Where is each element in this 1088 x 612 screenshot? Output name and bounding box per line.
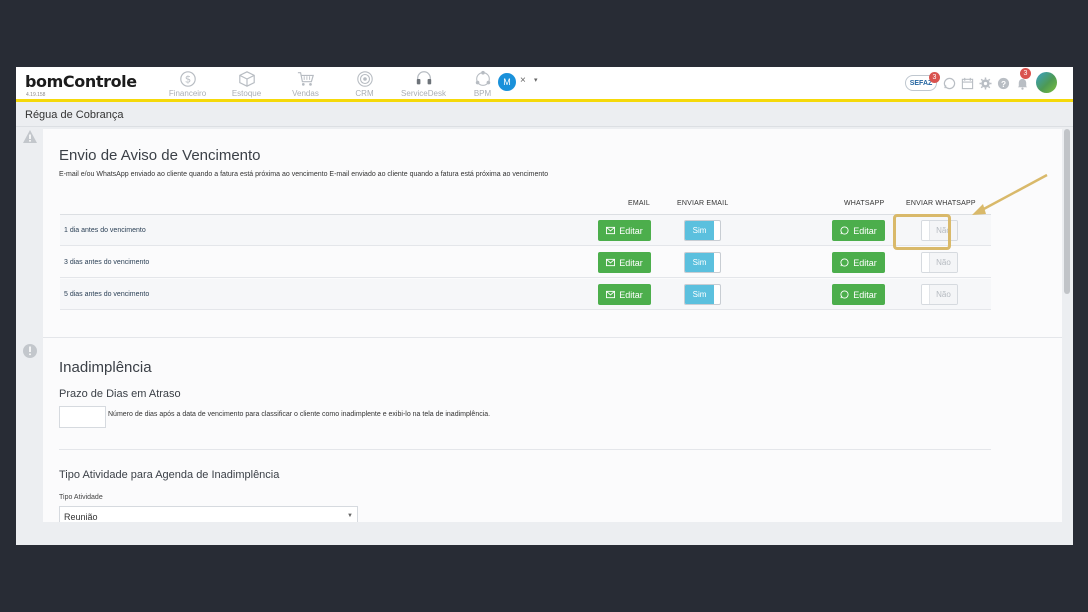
- gear-icon[interactable]: [979, 77, 992, 90]
- enviar-email-toggle[interactable]: Sim: [684, 284, 721, 305]
- user-avatar[interactable]: [1036, 72, 1057, 93]
- envelope-icon: [606, 258, 616, 267]
- header-email: EMAIL: [628, 200, 651, 207]
- top-bar: bomControle 4.19.158 $ Financeiro Estoqu…: [16, 67, 1073, 102]
- toggle-on-label: Sim: [685, 221, 714, 240]
- cart-icon: [297, 72, 314, 86]
- user-avatar-initial[interactable]: M: [498, 73, 516, 91]
- tipo-atividade-select[interactable]: Reunião ▼: [59, 506, 358, 522]
- module-vendas[interactable]: Vendas: [276, 68, 335, 99]
- edit-whatsapp-button[interactable]: Editar: [832, 284, 885, 305]
- whatsapp-icon: [840, 290, 849, 299]
- dollar-icon: $: [179, 71, 196, 87]
- table-row: 3 dias antes do vencimento Editar Sim Ed…: [60, 247, 991, 278]
- user-caret-icon[interactable]: ▾: [534, 76, 538, 84]
- edit-label: Editar: [853, 257, 877, 268]
- aviso-section-title: Envio de Aviso de Vencimento: [59, 147, 261, 164]
- inadimplencia-section-title: Inadimplência: [59, 359, 152, 376]
- edit-email-button[interactable]: Editar: [598, 284, 651, 305]
- row-label: 3 dias antes do vencimento: [64, 259, 150, 266]
- prazo-help-text: Número de dias após a data de vencimento…: [108, 411, 491, 418]
- header-whatsapp: WHATSAPP: [844, 200, 885, 207]
- bell-icon[interactable]: [1016, 77, 1029, 90]
- toggle-on-label: Sim: [685, 253, 714, 272]
- toggle-knob: [922, 285, 930, 304]
- app-version: 4.19.158: [26, 92, 46, 98]
- content-card: Envio de Aviso de Vencimento E-mail e/ou…: [43, 129, 1062, 522]
- edit-whatsapp-button[interactable]: Editar: [832, 220, 885, 241]
- svg-text:?: ?: [1001, 79, 1006, 89]
- section-divider: [59, 449, 991, 450]
- prazo-dias-input[interactable]: [59, 406, 106, 428]
- module-label: CRM: [355, 89, 374, 98]
- module-label: BPM: [473, 89, 492, 98]
- enviar-whatsapp-toggle[interactable]: Não: [921, 284, 958, 305]
- section-divider: [43, 337, 1062, 338]
- sefaz-badge: 3: [929, 72, 940, 83]
- edit-whatsapp-button[interactable]: Editar: [832, 252, 885, 273]
- enviar-email-toggle[interactable]: Sim: [684, 252, 721, 273]
- select-value: Reunião: [64, 512, 98, 522]
- help-icon[interactable]: ?: [997, 77, 1010, 90]
- calendar-icon[interactable]: [961, 77, 974, 90]
- enviar-email-toggle[interactable]: Sim: [684, 220, 721, 241]
- table-row: 5 dias antes do vencimento Editar Sim Ed…: [60, 279, 991, 310]
- notifications-badge: 3: [1020, 68, 1031, 79]
- page-title: Régua de Cobrança: [25, 109, 124, 121]
- table-row: 1 dia antes do vencimento Editar Sim Edi…: [60, 215, 991, 246]
- module-financeiro[interactable]: $ Financeiro: [158, 68, 217, 99]
- page-title-bar: Régua de Cobrança: [16, 105, 1073, 127]
- toggle-off-label: Não: [930, 253, 957, 272]
- tipo-atividade-title: Tipo Atividade para Agenda de Inadimplên…: [59, 469, 280, 481]
- module-label: Vendas: [292, 89, 319, 98]
- header-enviar-email: ENVIAR EMAIL: [677, 200, 729, 207]
- warning-icon: [23, 130, 37, 143]
- prazo-title: Prazo de Dias em Atraso: [59, 388, 181, 400]
- enviar-whatsapp-toggle[interactable]: Não: [921, 252, 958, 273]
- envelope-icon: [606, 290, 616, 299]
- module-label: Estoque: [231, 89, 262, 98]
- envelope-icon: [606, 226, 616, 235]
- aviso-description: E-mail e/ou WhatsApp enviado ao cliente …: [59, 171, 549, 178]
- edit-label: Editar: [619, 289, 643, 300]
- module-label: ServiceDesk: [401, 89, 446, 98]
- whatsapp-icon: [840, 226, 849, 235]
- row-label: 5 dias antes do vencimento: [64, 291, 150, 298]
- target-icon: [356, 71, 373, 87]
- edit-email-button[interactable]: Editar: [598, 220, 651, 241]
- module-crm[interactable]: CRM: [335, 68, 394, 99]
- edit-email-button[interactable]: Editar: [598, 252, 651, 273]
- module-servicedesk[interactable]: ServiceDesk: [394, 68, 453, 99]
- edit-label: Editar: [853, 225, 877, 236]
- module-estoque[interactable]: Estoque: [217, 68, 276, 99]
- box-icon: [238, 71, 255, 87]
- app-logo[interactable]: bomControle: [25, 72, 137, 91]
- svg-text:$: $: [184, 75, 190, 86]
- headset-icon: [416, 71, 431, 85]
- row-label: 1 dia antes do vencimento: [64, 227, 146, 234]
- header-enviar-whatsapp: ENVIAR WHATSAPP: [906, 200, 976, 207]
- edit-label: Editar: [619, 225, 643, 236]
- tipo-atividade-label: Tipo Atividade: [59, 494, 103, 501]
- toggle-on-label: Sim: [685, 285, 714, 304]
- toggle-off-label: Não: [930, 285, 957, 304]
- whatsapp-icon[interactable]: [943, 77, 956, 90]
- toggle-knob: [922, 253, 930, 272]
- user-close-icon[interactable]: ×: [520, 75, 526, 86]
- scrollbar-thumb[interactable]: [1064, 129, 1070, 294]
- edit-label: Editar: [619, 257, 643, 268]
- highlight-box: [893, 214, 951, 250]
- flow-icon: [475, 70, 490, 86]
- module-label: Financeiro: [168, 89, 207, 98]
- alert-circle-icon: [23, 344, 37, 358]
- whatsapp-icon: [840, 258, 849, 267]
- chevron-down-icon: ▼: [347, 513, 353, 519]
- edit-label: Editar: [853, 289, 877, 300]
- app-window: bomControle 4.19.158 $ Financeiro Estoqu…: [16, 67, 1073, 545]
- module-nav: $ Financeiro Estoque Vendas CRM ServiceD…: [158, 68, 512, 99]
